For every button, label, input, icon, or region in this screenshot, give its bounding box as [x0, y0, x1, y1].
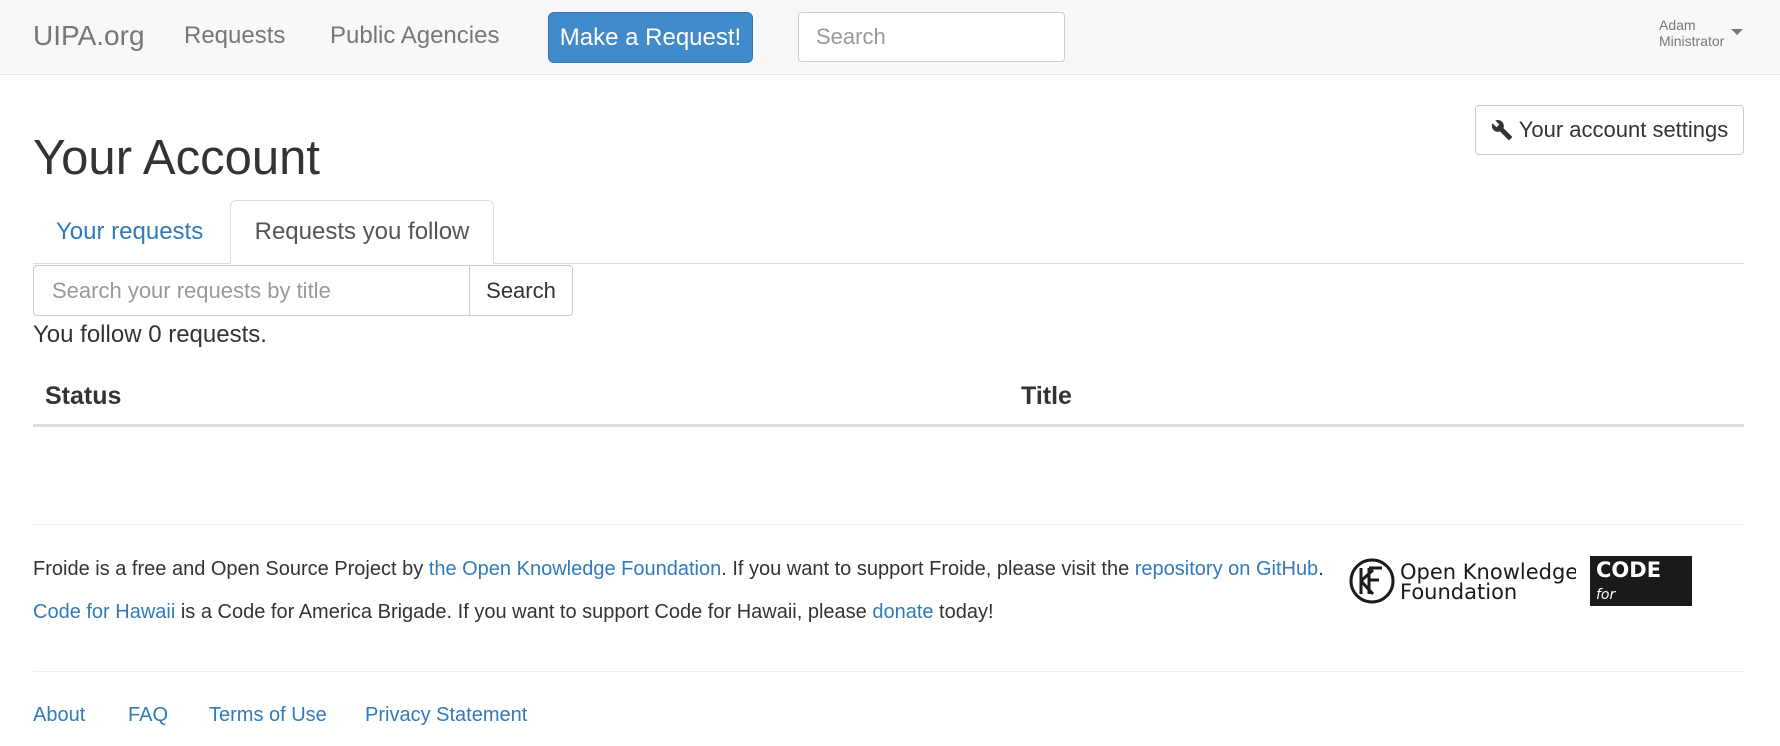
account-settings-label: Your account settings	[1518, 117, 1729, 142]
github-repository-link[interactable]: repository on GitHub	[1135, 558, 1318, 580]
footer-cfh-text: Code for Hawaii is a Code for America Br…	[33, 601, 994, 624]
okf-link[interactable]: the Open Knowledge Foundation	[429, 558, 721, 580]
footer-divider	[33, 524, 1744, 525]
footer-faq-link[interactable]: FAQ	[128, 704, 168, 727]
tab-your-requests[interactable]: Your requests	[56, 218, 203, 246]
cfh-logo-line: CODE for	[1596, 558, 1662, 603]
table-header-title: Title	[1021, 382, 1072, 410]
donate-link[interactable]: donate	[872, 601, 933, 623]
user-menu[interactable]: Adam Ministrator	[1659, 17, 1724, 49]
code-for-hawaii-logo[interactable]: CODE for HAWAII	[1590, 556, 1692, 628]
wrench-icon	[1491, 120, 1512, 141]
tab-requests-you-follow[interactable]: Requests you follow	[230, 200, 494, 264]
make-request-button[interactable]: Make a Request!	[548, 12, 753, 63]
page-title: Your Account	[33, 131, 320, 185]
okf-logo-text: Foundation	[1400, 580, 1517, 604]
table-header-divider	[33, 424, 1744, 427]
footer-text-span: today!	[933, 601, 994, 623]
cfh-logo-line: HAWAII	[1596, 605, 1683, 629]
footer-text-span: Froide is a free and Open Source Project…	[33, 558, 429, 580]
caret-down-icon[interactable]	[1731, 29, 1743, 35]
nav-public-agencies-link[interactable]: Public Agencies	[330, 22, 499, 50]
code-for-hawaii-link[interactable]: Code for Hawaii	[33, 601, 175, 623]
navbar: UIPA.org Requests Public Agencies Make a…	[0, 0, 1780, 75]
footer-froide-text: Froide is a free and Open Source Project…	[33, 558, 1324, 581]
request-search-button[interactable]: Search	[469, 265, 573, 316]
footer-terms-link[interactable]: Terms of Use	[209, 704, 327, 727]
footer-privacy-link[interactable]: Privacy Statement	[365, 704, 527, 727]
footer-about-link[interactable]: About	[33, 704, 85, 727]
table-header-status: Status	[45, 382, 122, 410]
nav-search-placeholder: Search	[816, 24, 886, 49]
okf-logo-icon: Open Knowledge Foundation	[1349, 558, 1578, 604]
request-search-input[interactable]: Search your requests by title	[33, 265, 470, 316]
user-first-name: Adam	[1659, 17, 1696, 33]
account-settings-button[interactable]: Your account settings	[1475, 105, 1744, 155]
follow-count-text: You follow 0 requests.	[33, 321, 267, 348]
footer-text-span: . If you want to support Froide, please …	[721, 558, 1135, 580]
nav-requests-link[interactable]: Requests	[184, 22, 285, 50]
okf-logo[interactable]: Open Knowledge Foundation	[1348, 556, 1578, 606]
footer-text-span: .	[1318, 558, 1324, 580]
request-search-placeholder: Search your requests by title	[52, 277, 331, 303]
nav-search-input[interactable]: Search	[798, 12, 1065, 62]
footer-text-span: is a Code for America Brigade. If you wa…	[175, 601, 873, 623]
user-last-name: Ministrator	[1659, 33, 1725, 49]
brand-link[interactable]: UIPA.org	[33, 20, 145, 52]
footer-divider	[33, 671, 1744, 672]
